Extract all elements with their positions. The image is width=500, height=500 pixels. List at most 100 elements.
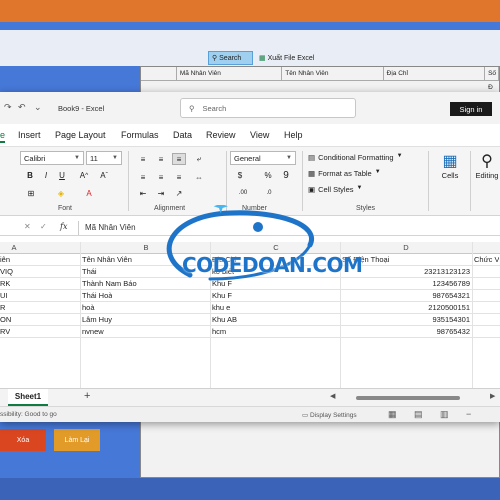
tab-home[interactable]: e xyxy=(0,130,6,143)
underline-icon[interactable]: U xyxy=(56,169,68,181)
export-excel-button[interactable]: ▦ Xuất File Excel xyxy=(256,51,328,65)
sheet-tab-sheet1[interactable]: Sheet1 xyxy=(8,389,48,406)
decrease-decimal-icon[interactable]: .0 xyxy=(262,187,276,199)
scroll-right-icon[interactable]: ▶ xyxy=(490,392,495,400)
cell-c[interactable]: hcm xyxy=(212,327,226,336)
status-bar: ssibility: Good to go ▭ Display Settings… xyxy=(0,406,500,422)
decrease-font-icon[interactable]: Aˇ xyxy=(98,169,110,181)
cell-b[interactable]: nvnew xyxy=(82,327,104,336)
column-header-d[interactable]: D xyxy=(396,243,416,252)
excel-search-box[interactable]: ⚲ Search xyxy=(180,98,356,118)
bold-icon[interactable]: B xyxy=(24,169,36,181)
cell-d[interactable]: 2120500151 xyxy=(342,303,470,312)
align-center-icon[interactable]: ≡ xyxy=(154,171,168,183)
cell-c[interactable]: Khu AB xyxy=(212,315,237,324)
horizontal-scrollbar[interactable] xyxy=(356,396,460,400)
tab-formulas[interactable]: Formulas xyxy=(121,130,159,140)
zoom-out-icon[interactable]: − xyxy=(466,409,471,419)
chevron-down-icon: ▼ xyxy=(112,155,118,161)
cell-b[interactable]: hoà xyxy=(82,303,95,312)
cell-b[interactable]: Lâm Huy xyxy=(82,315,112,324)
tab-data[interactable]: Data xyxy=(173,130,192,140)
font-color-icon[interactable]: A xyxy=(82,187,96,199)
ribbon-separator xyxy=(302,151,303,211)
column-header-a[interactable]: A xyxy=(4,243,24,252)
cell-d[interactable]: 987654321 xyxy=(342,291,470,300)
cell-d[interactable]: 935154301 xyxy=(342,315,470,324)
cell-a[interactable]: RK xyxy=(0,279,10,288)
editing-button[interactable]: ⚲ Editing xyxy=(472,151,500,180)
conditional-formatting-button[interactable]: ▤ Conditional Formatting ▼ xyxy=(308,153,403,162)
align-middle-icon[interactable]: ≡ xyxy=(154,153,168,165)
cell-b[interactable]: Thái Hoà xyxy=(82,291,112,300)
percent-icon[interactable]: % xyxy=(262,169,274,181)
cell-c[interactable]: Khu F xyxy=(212,291,232,300)
tab-view[interactable]: View xyxy=(250,130,269,140)
cell-a[interactable]: R xyxy=(0,303,5,312)
delete-button[interactable]: Xóa xyxy=(0,429,46,451)
normal-view-icon[interactable]: ▦ xyxy=(388,409,397,420)
scroll-left-icon[interactable]: ◀ xyxy=(330,392,335,400)
decrease-indent-icon[interactable]: ⇤ xyxy=(136,187,150,199)
number-format-select[interactable]: General ▼ xyxy=(230,151,296,165)
accessibility-status[interactable]: ssibility: Good to go xyxy=(0,411,57,418)
cell-a[interactable]: iên xyxy=(0,255,10,264)
display-settings-button[interactable]: ▭ Display Settings xyxy=(302,411,357,419)
sign-in-button[interactable]: Sign in xyxy=(450,102,492,116)
fill-color-icon[interactable]: ◈ xyxy=(54,187,68,199)
cell-a[interactable]: UI xyxy=(0,291,8,300)
redo-icon[interactable]: ↷ xyxy=(4,102,12,113)
wrap-text-icon[interactable]: ⤶ xyxy=(192,153,206,165)
cell-b[interactable]: Thành Nam Báo xyxy=(82,279,137,288)
italic-icon[interactable]: I xyxy=(40,169,52,181)
cell-styles-button[interactable]: ▣ Cell Styles ▼ xyxy=(308,185,362,194)
reset-button[interactable]: Làm Lại xyxy=(54,429,100,451)
merge-center-icon[interactable]: ⇔ xyxy=(192,171,206,183)
tab-help[interactable]: Help xyxy=(284,130,303,140)
cell-c[interactable]: khu e xyxy=(212,303,230,312)
increase-indent-icon[interactable]: ⇥ xyxy=(154,187,168,199)
increase-font-icon[interactable]: A ^ xyxy=(78,169,90,181)
tab-review[interactable]: Review xyxy=(206,130,236,140)
taskbar xyxy=(0,478,500,500)
grid-col-address: Địa Chỉ xyxy=(384,67,486,80)
tab-page-layout[interactable]: Page Layout xyxy=(55,130,106,140)
page-break-view-icon[interactable]: ▥ xyxy=(440,409,449,420)
tab-insert[interactable]: Insert xyxy=(18,130,41,140)
cancel-icon[interactable]: ✕ xyxy=(24,222,31,231)
align-bottom-icon[interactable]: ≡ xyxy=(172,153,186,165)
enter-icon[interactable]: ✓ xyxy=(40,222,47,231)
cell-b[interactable]: Thái xyxy=(82,267,97,276)
page-layout-view-icon[interactable]: ▤ xyxy=(414,409,423,420)
cell-a[interactable]: ON xyxy=(0,315,11,324)
format-as-table-button[interactable]: ▦ Format as Table ▼ xyxy=(308,169,381,178)
align-top-icon[interactable]: ≡ xyxy=(136,153,150,165)
increase-decimal-icon[interactable]: .00 xyxy=(236,187,250,199)
cells-button[interactable]: ▦ Cells xyxy=(436,151,464,180)
cell-a[interactable]: RV xyxy=(0,327,10,336)
add-sheet-icon[interactable]: + xyxy=(84,390,90,402)
cell-d[interactable]: 98765432 xyxy=(342,327,470,336)
align-left-icon[interactable]: ≡ xyxy=(136,171,150,183)
table-row: R hoà khu e 2120500151 xyxy=(0,302,500,314)
search-icon: ⚲ xyxy=(189,103,195,113)
undo-icon[interactable]: ↶ xyxy=(18,102,26,113)
cell-styles-label: Cell Styles xyxy=(318,185,354,194)
cell-a[interactable]: VIQ xyxy=(0,267,13,276)
search-icon: ⚲ xyxy=(212,55,218,62)
orientation-icon[interactable]: ↗ xyxy=(172,187,186,199)
insert-function-icon[interactable]: fx xyxy=(60,222,67,231)
display-settings-label: Display Settings xyxy=(309,412,357,419)
currency-icon[interactable]: $ xyxy=(234,169,246,181)
align-right-icon[interactable]: ≡ xyxy=(172,171,186,183)
customize-icon[interactable]: ⌄ xyxy=(34,102,42,113)
logo-swirl-icon xyxy=(166,205,314,281)
comma-icon[interactable]: 9 xyxy=(280,169,292,181)
search-button[interactable]: ⚲ Search xyxy=(208,51,253,65)
borders-icon[interactable]: ⊞ xyxy=(24,187,38,199)
font-name-select[interactable]: Calibri ▼ xyxy=(20,151,84,165)
cell-b[interactable]: Tên Nhân Viên xyxy=(82,255,132,264)
cell-e[interactable]: Chức V xyxy=(474,255,499,264)
background-grid-header: Mã Nhân Viên Tên Nhân Viên Địa Chỉ Số Đ xyxy=(141,67,499,91)
font-size-select[interactable]: 11 ▼ xyxy=(86,151,122,165)
